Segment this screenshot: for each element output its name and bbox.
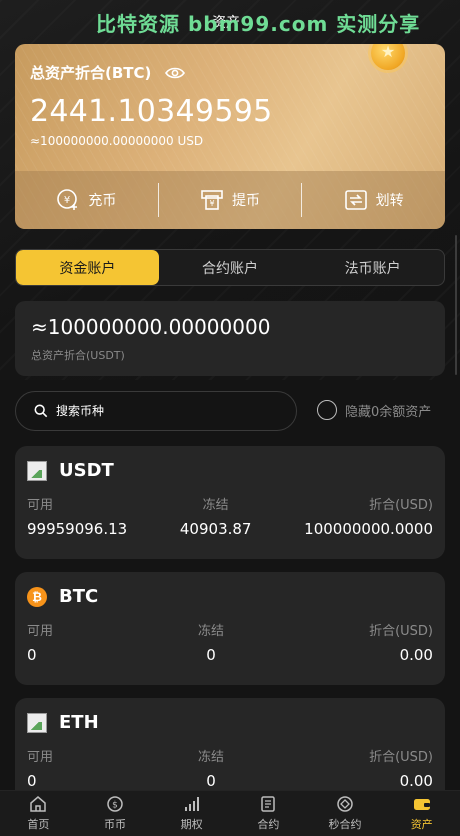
bitcoin-icon: ₿ bbox=[27, 586, 47, 607]
coin-header: USDT bbox=[27, 460, 114, 481]
available-value: 99959096.13 bbox=[27, 520, 128, 538]
frozen-value: 40903.87 bbox=[179, 520, 252, 538]
converted-value: 0.00 bbox=[399, 646, 433, 664]
converted-header: 折合(USD) bbox=[369, 750, 433, 765]
coin-card-btc[interactable]: ₿ BTC 可用 0 冻结 0 折合(USD) 0.00 bbox=[15, 572, 445, 685]
nav-contract-label: 合约 bbox=[257, 818, 280, 831]
deposit-icon: ¥ bbox=[57, 189, 78, 210]
withdraw-label: 提币 bbox=[232, 193, 260, 209]
svg-text:$: $ bbox=[112, 801, 118, 811]
nav-contract[interactable]: 合约 bbox=[230, 795, 307, 832]
frozen-column: 冻结 40903.87 bbox=[180, 494, 252, 538]
nav-assets[interactable]: 资产 bbox=[383, 795, 460, 832]
total-asset-card: 总资产折合(BTC) 2441.10349595 ≈100000000.0000… bbox=[15, 44, 445, 229]
coin-search-box[interactable] bbox=[15, 391, 297, 431]
nav-spot-label: 币币 bbox=[104, 818, 126, 831]
bars-icon bbox=[184, 797, 199, 811]
hide-zero-label: 隐藏0余额资产 bbox=[345, 404, 432, 420]
withdraw-icon: ¥ bbox=[201, 190, 223, 210]
nav-spot[interactable]: $ 币币 bbox=[77, 795, 154, 832]
total-asset-label-row: 总资产折合(BTC) bbox=[30, 62, 186, 83]
bottom-navigation: 首页 $ 币币 期权 合约 秒合约 资产 bbox=[0, 790, 460, 836]
scrollbar-thumb[interactable] bbox=[455, 235, 457, 375]
available-value: 0 bbox=[27, 646, 37, 664]
coin-header: ₿ BTC bbox=[27, 586, 98, 607]
nav-options[interactable]: 期权 bbox=[153, 795, 230, 832]
nav-assets-label: 资产 bbox=[410, 818, 433, 831]
top-bar: 资产 比特资源 bbm99.com 实测分享 bbox=[0, 0, 460, 44]
target-icon bbox=[337, 796, 353, 812]
home-icon bbox=[30, 796, 47, 812]
wallet-icon bbox=[413, 799, 430, 810]
available-header: 可用 bbox=[27, 624, 54, 639]
document-icon bbox=[261, 796, 276, 812]
total-asset-label: 总资产折合(BTC) bbox=[30, 64, 152, 82]
coin-icon: $ bbox=[107, 796, 123, 812]
coin-name: BTC bbox=[59, 586, 99, 607]
available-value: 0 bbox=[27, 772, 37, 790]
converted-column: 折合(USD) 100000000.0000 bbox=[304, 494, 433, 538]
converted-value: 0.00 bbox=[399, 772, 433, 790]
frozen-column: 冻结 0 bbox=[198, 746, 224, 790]
frozen-header: 冻结 bbox=[198, 624, 225, 639]
converted-column: 折合(USD) 0.00 bbox=[369, 746, 433, 790]
nav-second-contract[interactable]: 秒合约 bbox=[307, 795, 384, 832]
coin-balances: 可用 99959096.13 冻结 40903.87 折合(USD) 10000… bbox=[27, 494, 433, 538]
tab-funding-account[interactable]: 资金账户 bbox=[16, 250, 159, 285]
nav-second-contract-label: 秒合约 bbox=[328, 818, 362, 831]
usdt-total-label: 总资产折合(USDT) bbox=[31, 349, 125, 362]
transfer-label: 划转 bbox=[375, 193, 404, 209]
search-icon bbox=[34, 404, 48, 418]
total-asset-usd: ≈100000000.00000000 USD bbox=[30, 134, 204, 148]
coin-name: ETH bbox=[59, 712, 99, 733]
converted-column: 折合(USD) 0.00 bbox=[369, 620, 433, 664]
available-header: 可用 bbox=[27, 498, 54, 513]
converted-value: 100000000.0000 bbox=[304, 520, 433, 538]
deposit-label: 充币 bbox=[88, 193, 117, 209]
hide-zero-toggle[interactable]: 隐藏0余额资产 bbox=[317, 400, 431, 420]
hide-zero-radio[interactable] bbox=[317, 400, 337, 420]
usdt-total-box: ≈100000000.00000000 总资产折合(USDT) bbox=[15, 301, 445, 376]
coin-card-usdt[interactable]: USDT 可用 99959096.13 冻结 40903.87 折合(USD) … bbox=[15, 446, 445, 559]
broken-image-icon bbox=[27, 460, 47, 481]
nav-options-label: 期权 bbox=[180, 818, 203, 831]
converted-header: 折合(USD) bbox=[369, 624, 433, 639]
coin-balances: 可用 0 冻结 0 折合(USD) 0.00 bbox=[27, 746, 433, 790]
deposit-button[interactable]: ¥ 充币 bbox=[15, 183, 158, 217]
withdraw-button[interactable]: ¥ 提币 bbox=[157, 183, 302, 217]
nav-home[interactable]: 首页 bbox=[0, 795, 77, 832]
total-asset-amount: 2441.10349595 bbox=[30, 94, 273, 129]
converted-header: 折合(USD) bbox=[369, 498, 433, 513]
frozen-column: 冻结 0 bbox=[198, 620, 224, 664]
coin-name: USDT bbox=[59, 460, 114, 481]
account-tabs: 资金账户 合约账户 法币账户 bbox=[15, 249, 445, 286]
available-header: 可用 bbox=[27, 750, 54, 765]
usdt-total-value: ≈100000000.00000000 bbox=[31, 315, 271, 339]
search-input[interactable] bbox=[56, 404, 256, 418]
eye-icon[interactable] bbox=[165, 66, 186, 80]
coin-balances: 可用 0 冻结 0 折合(USD) 0.00 bbox=[27, 620, 433, 664]
nav-home-label: 首页 bbox=[27, 818, 50, 831]
coin-header: ETH bbox=[27, 712, 99, 733]
frozen-header: 冻结 bbox=[198, 750, 225, 765]
available-column: 可用 0 bbox=[27, 746, 53, 790]
available-column: 可用 99959096.13 bbox=[27, 494, 127, 538]
watermark-text: 比特资源 bbm99.com 实测分享 bbox=[96, 12, 421, 36]
transfer-icon bbox=[344, 190, 367, 210]
tab-fiat-account[interactable]: 法币账户 bbox=[301, 250, 444, 285]
card-action-bar: ¥ 充币 ¥ 提币 划转 bbox=[15, 171, 445, 229]
transfer-button[interactable]: 划转 bbox=[301, 183, 445, 217]
available-column: 可用 0 bbox=[27, 620, 53, 664]
frozen-value: 0 bbox=[206, 772, 216, 790]
frozen-value: 0 bbox=[206, 646, 216, 664]
frozen-header: 冻结 bbox=[202, 498, 229, 513]
tab-contract-account[interactable]: 合约账户 bbox=[159, 250, 302, 285]
svg-text:¥: ¥ bbox=[64, 195, 70, 206]
search-row: 隐藏0余额资产 bbox=[15, 391, 445, 431]
broken-image-icon bbox=[27, 712, 47, 733]
svg-text:¥: ¥ bbox=[209, 199, 214, 208]
